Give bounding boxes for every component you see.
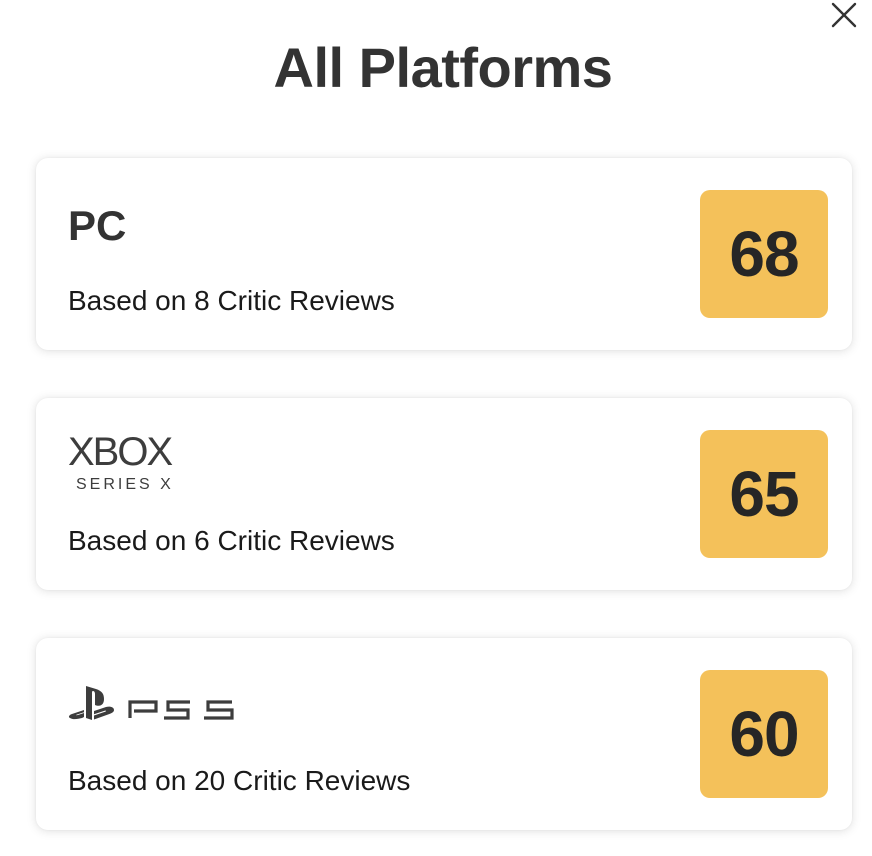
metascore-badge: 60 — [700, 670, 828, 798]
metascore-badge: 65 — [700, 430, 828, 558]
xbox-logo-subtitle: SERIES X — [76, 476, 174, 493]
critic-reviews-count: Based on 6 Critic Reviews — [68, 525, 395, 556]
metascore-badge: 68 — [700, 190, 828, 318]
xbox-series-x-logo: XBOX SERIES X — [68, 430, 174, 494]
ps5-logo — [68, 684, 240, 729]
close-icon — [831, 2, 857, 28]
platform-card-ps5[interactable]: Based on 20 Critic Reviews 60 — [36, 638, 852, 830]
platform-card-pc[interactable]: PC Based on 8 Critic Reviews 68 — [36, 158, 852, 350]
platform-card-xbox-series-x[interactable]: XBOX SERIES X Based on 6 Critic Reviews … — [36, 398, 852, 590]
xbox-logo-wordmark: XBOX — [68, 430, 173, 474]
platform-name: PC — [68, 202, 127, 249]
close-button[interactable] — [826, 0, 862, 30]
critic-reviews-count: Based on 20 Critic Reviews — [68, 765, 411, 796]
playstation-icon — [68, 686, 234, 720]
critic-reviews-count: Based on 8 Critic Reviews — [68, 285, 395, 316]
dialog-title: All Platforms — [273, 36, 613, 99]
